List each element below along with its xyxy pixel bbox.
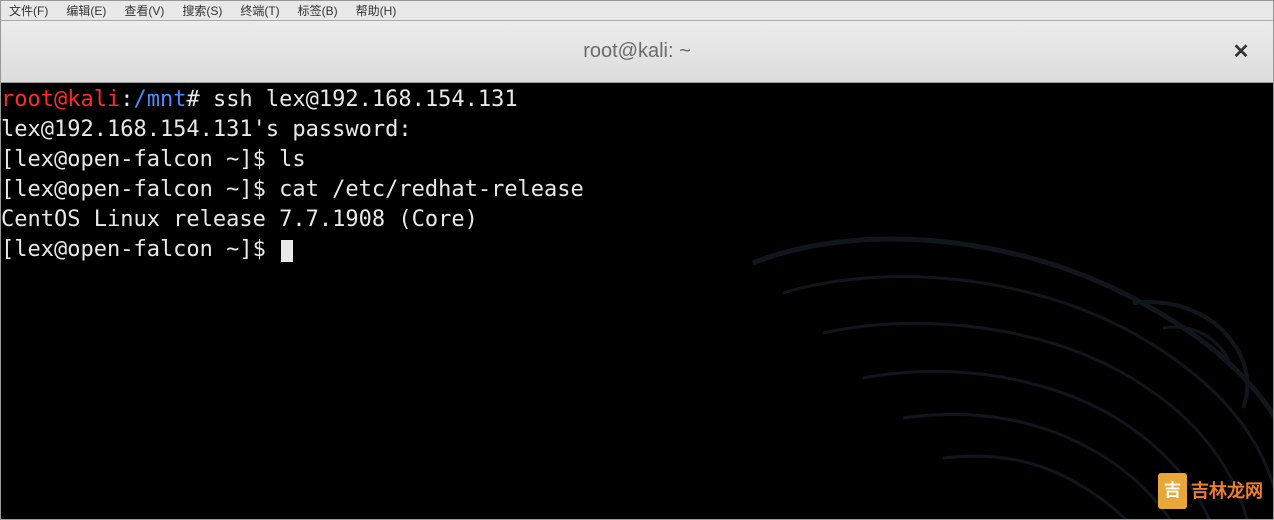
terminal-text: lex@192.168.154.131's password: <box>1 117 412 142</box>
terminal-line: CentOS Linux release 7.7.1908 (Core) <box>1 205 1273 235</box>
terminal-line: lex@192.168.154.131's password: <box>1 115 1273 145</box>
menu-help[interactable]: 帮助(H) <box>356 2 397 19</box>
terminal-output: root@kali:/mnt# ssh lex@192.168.154.131l… <box>1 85 1273 265</box>
terminal-line: [lex@open-falcon ~]$ <box>1 235 1273 265</box>
terminal-line: [lex@open-falcon ~]$ cat /etc/redhat-rel… <box>1 175 1273 205</box>
menu-tabs[interactable]: 标签(B) <box>298 2 338 19</box>
menu-edit[interactable]: 编辑(E) <box>66 2 106 19</box>
cursor-icon <box>281 240 293 262</box>
terminal-text: root@kali <box>1 87 120 112</box>
terminal-text: : <box>120 87 133 112</box>
terminal-text: /mnt <box>133 87 186 112</box>
terminal-text: # ssh lex@192.168.154.131 <box>186 87 517 112</box>
menu-terminal[interactable]: 终端(T) <box>240 2 279 19</box>
terminal-text: [lex@open-falcon ~]$ cat /etc/redhat-rel… <box>1 177 584 202</box>
terminal-window: 文件(F) 编辑(E) 查看(V) 搜索(S) 终端(T) 标签(B) 帮助(H… <box>0 0 1274 520</box>
terminal-text: [lex@open-falcon ~]$ <box>1 237 279 262</box>
watermark-box: 吉 <box>1158 473 1187 509</box>
close-icon[interactable]: ✕ <box>1229 40 1253 64</box>
window-title: root@kali: ~ <box>583 40 691 63</box>
terminal-area[interactable]: root@kali:/mnt# ssh lex@192.168.154.131l… <box>1 83 1273 519</box>
menu-view[interactable]: 查看(V) <box>124 2 164 19</box>
terminal-text: [lex@open-falcon ~]$ ls <box>1 147 306 172</box>
menu-search[interactable]: 搜索(S) <box>182 2 222 19</box>
terminal-line: root@kali:/mnt# ssh lex@192.168.154.131 <box>1 85 1273 115</box>
watermark: 吉 吉林龙网 <box>1158 473 1263 509</box>
titlebar: root@kali: ~ ✕ <box>1 21 1273 83</box>
watermark-text: 吉林龙网 <box>1191 476 1263 506</box>
terminal-text: CentOS Linux release 7.7.1908 (Core) <box>1 207 478 232</box>
menu-file[interactable]: 文件(F) <box>9 2 48 19</box>
menubar: 文件(F) 编辑(E) 查看(V) 搜索(S) 终端(T) 标签(B) 帮助(H… <box>1 1 1273 21</box>
terminal-line: [lex@open-falcon ~]$ ls <box>1 145 1273 175</box>
